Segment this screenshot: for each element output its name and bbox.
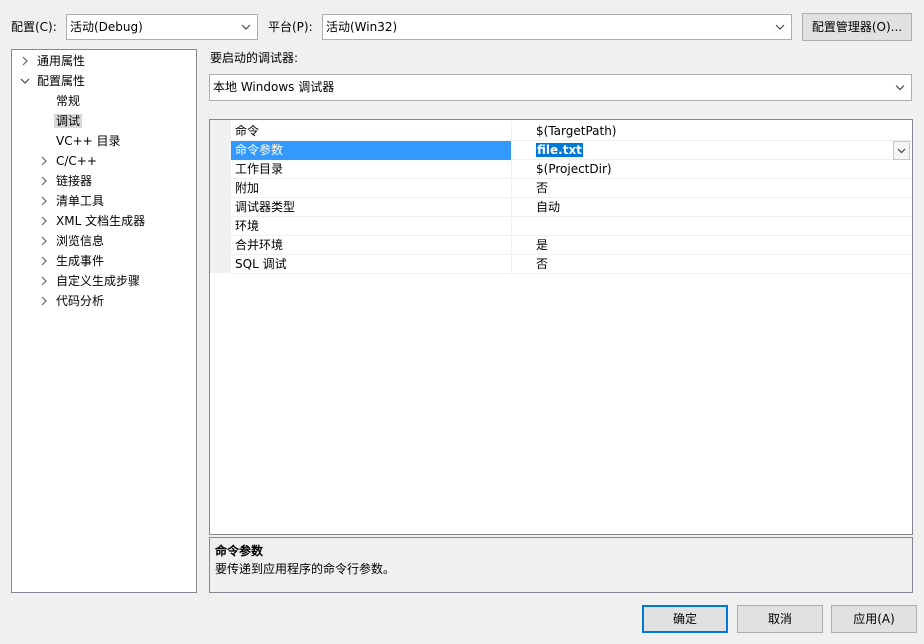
tree-item-label: 自定义生成步骤: [56, 274, 141, 288]
column-separator: [511, 122, 512, 141]
chevron-down-icon: [775, 24, 785, 30]
property-value: 否: [536, 181, 549, 195]
property-tree[interactable]: 通用属性 配置属性 常规 调试 VC++ 目录 C/C++ 链接器 清单工具 X…: [11, 49, 197, 593]
tree-item-label: 常规: [56, 94, 81, 108]
config-manager-button[interactable]: 配置管理器(O)...: [802, 13, 912, 41]
column-separator: [511, 179, 512, 198]
property-row-attach[interactable]: 附加 否: [231, 179, 912, 198]
tree-item-label: 链接器: [56, 174, 93, 188]
tree-item-label: XML 文档生成器: [56, 214, 146, 228]
tree-item-code-analysis[interactable]: 代码分析: [41, 291, 105, 311]
config-value: 活动(Debug): [70, 20, 143, 34]
chevron-down-icon: [20, 78, 30, 84]
column-separator: [511, 160, 512, 179]
tree-item-label: 代码分析: [56, 294, 105, 308]
column-separator: [511, 198, 512, 217]
tree-item-build-events[interactable]: 生成事件: [41, 251, 105, 271]
platform-value: 活动(Win32): [326, 20, 398, 34]
property-row-command[interactable]: 命令 $(TargetPath): [231, 122, 912, 141]
property-name: SQL 调试: [235, 257, 287, 271]
tree-item-label: VC++ 目录: [56, 134, 121, 148]
property-value: $(ProjectDir): [536, 162, 612, 176]
chevron-right-icon: [41, 156, 47, 166]
chevron-right-icon: [41, 196, 47, 206]
tree-item-xml-doc[interactable]: XML 文档生成器: [41, 211, 146, 231]
tree-item-debugging[interactable]: 调试: [54, 111, 83, 131]
property-name: 命令: [235, 124, 260, 138]
property-row-merge-env[interactable]: 合并环境 是: [231, 236, 912, 255]
property-row-debugger-type[interactable]: 调试器类型 自动: [231, 198, 912, 217]
column-separator: [511, 217, 512, 236]
config-dropdown[interactable]: 活动(Debug): [66, 14, 258, 40]
tree-item-custom-build[interactable]: 自定义生成步骤: [41, 271, 141, 291]
chevron-right-icon: [22, 56, 28, 66]
tree-item-linker[interactable]: 链接器: [41, 171, 93, 191]
chevron-right-icon: [41, 296, 47, 306]
tree-item-manifest-tool[interactable]: 清单工具: [41, 191, 105, 211]
chevron-right-icon: [41, 256, 47, 266]
tree-item-label: 清单工具: [56, 194, 105, 208]
property-name: 命令参数: [235, 143, 284, 157]
tree-item-config-props[interactable]: 配置属性: [20, 71, 86, 91]
tree-item-vc-dirs[interactable]: VC++ 目录: [56, 131, 121, 151]
cancel-button[interactable]: 取消: [737, 605, 823, 633]
property-name: 附加: [235, 181, 260, 195]
ok-button[interactable]: 确定: [642, 605, 728, 633]
platform-label: 平台(P):: [268, 20, 313, 34]
chevron-right-icon: [41, 276, 47, 286]
column-separator: [511, 255, 512, 274]
description-panel: 命令参数 要传递到应用程序的命令行参数。: [209, 537, 913, 593]
debugger-value: 本地 Windows 调试器: [213, 80, 335, 94]
debugger-label: 要启动的调试器:: [210, 51, 299, 65]
tree-item-label: 生成事件: [56, 254, 105, 268]
property-row-environment[interactable]: 环境: [231, 217, 912, 236]
property-name: 调试器类型: [235, 200, 296, 214]
chevron-right-icon: [41, 216, 47, 226]
chevron-down-icon: [897, 148, 906, 154]
property-row-command-args[interactable]: 命令参数 file.txt: [231, 141, 912, 160]
grid-gutter: [210, 120, 231, 273]
tree-item-label: 调试: [54, 114, 83, 128]
property-value: 是: [536, 238, 549, 252]
tree-item-label: 配置属性: [37, 74, 86, 88]
tree-item-label: 通用属性: [37, 54, 86, 68]
property-grid[interactable]: 命令 $(TargetPath) 命令参数 file.txt 工作目录 $(Pr…: [209, 119, 913, 535]
property-value: $(TargetPath): [536, 124, 617, 138]
tree-item-general[interactable]: 常规: [56, 91, 80, 111]
column-separator: [511, 236, 512, 255]
chevron-right-icon: [41, 176, 47, 186]
tree-item-cpp[interactable]: C/C++: [41, 151, 97, 171]
platform-dropdown[interactable]: 活动(Win32): [322, 14, 792, 40]
chevron-down-icon: [241, 24, 251, 30]
apply-button[interactable]: 应用(A): [831, 605, 917, 633]
property-value: 自动: [536, 200, 561, 214]
tree-item-browse-info[interactable]: 浏览信息: [41, 231, 105, 251]
property-row-working-dir[interactable]: 工作目录 $(ProjectDir): [231, 160, 912, 179]
property-name: 环境: [235, 219, 260, 233]
tree-item-label: C/C++: [56, 154, 97, 168]
property-name: 合并环境: [235, 238, 284, 252]
description-title: 命令参数: [215, 544, 264, 558]
property-value-text: file.txt: [536, 143, 583, 157]
chevron-down-icon: [895, 85, 905, 91]
property-row-sql-debugging[interactable]: SQL 调试 否: [231, 255, 912, 274]
property-name: 工作目录: [235, 162, 284, 176]
property-value-editor[interactable]: file.txt: [536, 141, 583, 160]
description-text: 要传递到应用程序的命令行参数。: [215, 562, 396, 576]
property-value: 否: [536, 257, 549, 271]
config-label: 配置(C):: [11, 20, 57, 34]
chevron-right-icon: [41, 236, 47, 246]
debugger-dropdown[interactable]: 本地 Windows 调试器: [209, 74, 912, 101]
tree-item-common-props[interactable]: 通用属性: [22, 51, 86, 71]
tree-item-label: 浏览信息: [56, 234, 105, 248]
value-dropdown-button[interactable]: [893, 141, 910, 160]
